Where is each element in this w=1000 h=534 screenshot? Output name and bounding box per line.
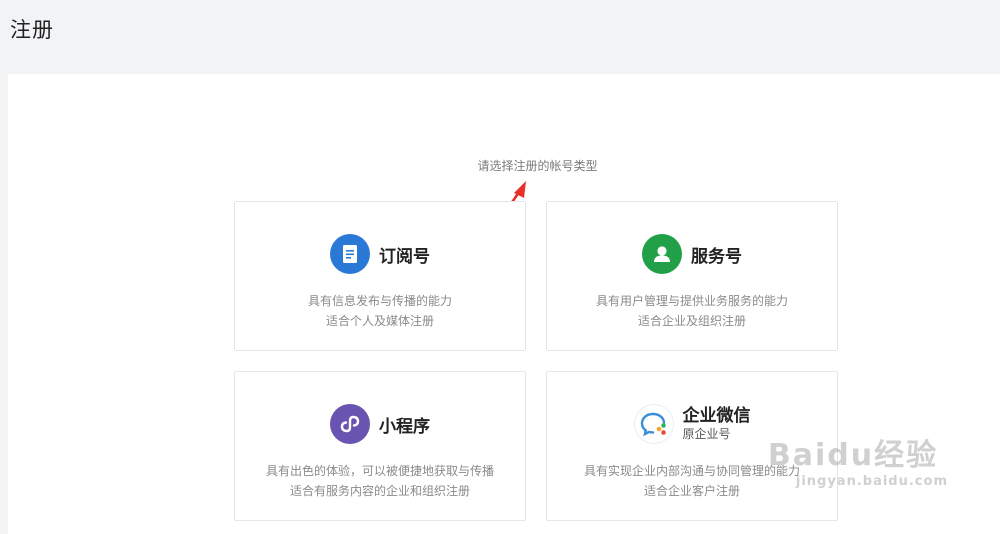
watermark-url: jingyan.baidu.com	[795, 474, 948, 489]
baidu-jingyan-watermark: Baidu经验 jingyan.baidu.com	[768, 430, 948, 489]
wework-icon	[633, 404, 674, 444]
card-title: 服务号	[691, 246, 742, 267]
card-description: 具有用户管理与提供业务服务的能力 适合企业及组织注册	[595, 294, 788, 328]
page-title: 注册	[10, 18, 54, 42]
card-service-account[interactable]: 服务号 具有用户管理与提供业务服务的能力 适合企业及组织注册	[546, 201, 838, 351]
card-description: 具有出色的体验，可以被便捷地获取与传播 适合有服务内容的企业和组织注册	[265, 464, 494, 498]
card-title: 小程序	[379, 416, 430, 437]
card-title: 订阅号	[379, 246, 430, 267]
card-mini-program[interactable]: 小程序 具有出色的体验，可以被便捷地获取与传播 适合有服务内容的企业和组织注册	[234, 371, 526, 521]
account-type-prompt: 请选择注册的帐号类型	[477, 159, 598, 173]
miniprogram-icon	[330, 404, 370, 444]
card-subscription-account[interactable]: 订阅号 具有信息发布与传播的能力 适合个人及媒体注册	[234, 201, 526, 351]
user-icon	[642, 234, 682, 274]
card-title: 企业微信	[682, 405, 751, 426]
card-subtitle: 原企业号	[682, 427, 731, 442]
document-icon	[330, 234, 370, 274]
card-description: 具有信息发布与传播的能力 适合个人及媒体注册	[307, 294, 452, 328]
watermark-logo: Baidu经验	[767, 438, 939, 473]
